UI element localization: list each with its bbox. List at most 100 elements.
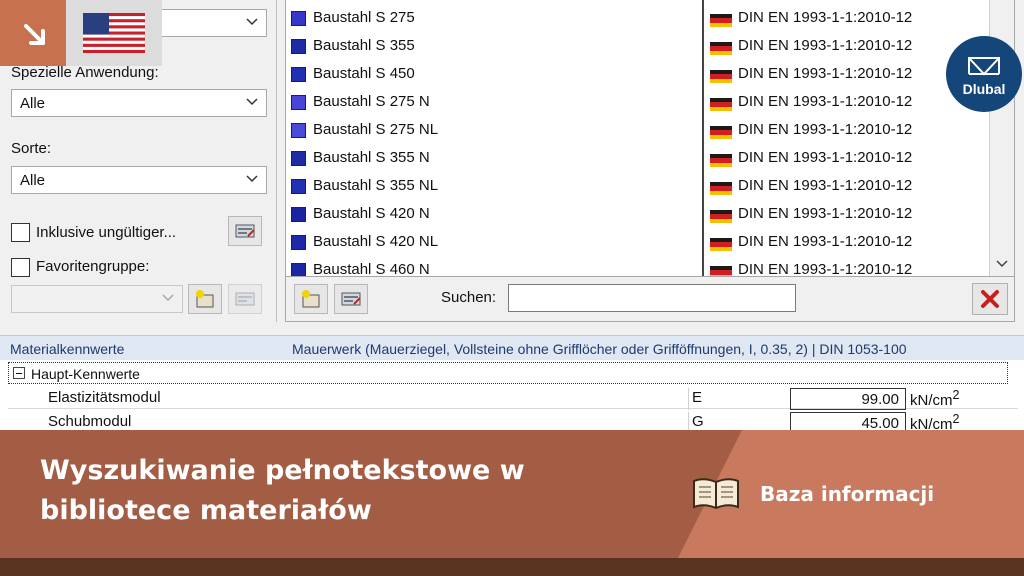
list-item[interactable]: Baustahl S 275 N DIN EN 1993-1-1:2010-12 <box>286 89 986 117</box>
grade-label: Sorte: <box>11 140 52 157</box>
favorites-dropdown[interactable] <box>11 285 183 313</box>
edit-favorite-button[interactable] <box>228 284 262 314</box>
material-norm: DIN EN 1993-1-1:2010-12 <box>738 261 913 277</box>
material-name: Baustahl S 355 <box>313 37 415 54</box>
grade-dropdown[interactable]: Alle <box>11 166 267 194</box>
property-unit: kN/cm2 <box>910 388 959 409</box>
edit-icon <box>235 224 255 238</box>
chevron-down-icon[interactable] <box>996 257 1008 269</box>
properties-header: Materialkennwerte Mauerwerk (Mauerziegel… <box>0 336 1024 360</box>
germany-flag-icon <box>710 126 732 139</box>
list-item[interactable]: Baustahl S 275 DIN EN 1993-1-1:2010-12 <box>286 5 986 33</box>
corner-tag <box>0 0 66 66</box>
include-invalid-checkbox[interactable] <box>11 223 30 242</box>
unit-exponent: 2 <box>952 388 960 402</box>
material-norm: DIN EN 1993-1-1:2010-12 <box>738 233 913 250</box>
new-folder-icon <box>196 290 214 308</box>
properties-material-desc: Mauerwerk (Mauerziegel, Vollsteine ohne … <box>292 341 907 357</box>
chevron-down-icon <box>246 175 258 183</box>
property-name: Elastizitätsmodul <box>48 389 161 406</box>
special-application-value: Alle <box>20 95 46 112</box>
germany-flag-icon <box>710 266 732 276</box>
unit-base: kN/cm <box>910 392 953 409</box>
material-color-swatch <box>291 207 306 222</box>
germany-flag-icon <box>710 42 732 55</box>
material-color-swatch <box>291 235 306 250</box>
material-name: Baustahl S 275 NL <box>313 121 439 138</box>
material-name: Baustahl S 355 NL <box>313 177 439 194</box>
material-name: Baustahl S 275 N <box>313 93 430 110</box>
search-input[interactable] <box>508 284 796 312</box>
collapse-icon[interactable] <box>13 367 25 379</box>
delete-x-icon <box>981 290 999 308</box>
material-color-swatch <box>291 263 306 276</box>
special-application-dropdown[interactable]: Alle <box>11 89 267 117</box>
favorites-checkbox[interactable] <box>11 258 30 277</box>
material-norm: DIN EN 1993-1-1:2010-12 <box>738 121 913 138</box>
list-item[interactable]: Baustahl S 420 NL DIN EN 1993-1-1:2010-12 <box>286 229 986 257</box>
list-item[interactable]: Baustahl S 420 N DIN EN 1993-1-1:2010-12 <box>286 201 986 229</box>
material-color-swatch <box>291 179 306 194</box>
list-item[interactable]: Baustahl S 275 NL DIN EN 1993-1-1:2010-12 <box>286 117 986 145</box>
list-item[interactable]: Baustahl S 460 N DIN EN 1993-1-1:2010-12 <box>286 257 986 277</box>
dlubal-logo[interactable]: Dlubal <box>946 36 1022 112</box>
list-item[interactable]: Baustahl S 355 DIN EN 1993-1-1:2010-12 <box>286 33 986 61</box>
us-flag-icon <box>83 13 145 53</box>
material-name: Baustahl S 420 NL <box>313 233 439 250</box>
special-application-label: Spezielle Anwendung: <box>11 64 159 81</box>
germany-flag-icon <box>710 154 732 167</box>
arrow-down-right-icon <box>24 24 45 45</box>
material-norm: DIN EN 1993-1-1:2010-12 <box>738 177 913 194</box>
property-value[interactable]: 99.00 <box>790 388 906 410</box>
list-item[interactable]: Baustahl S 355 N DIN EN 1993-1-1:2010-12 <box>286 145 986 173</box>
new-material-button[interactable] <box>294 284 328 314</box>
material-color-swatch <box>291 95 306 110</box>
book-icon <box>693 478 739 510</box>
edit-invalid-button[interactable] <box>228 216 262 246</box>
new-favorite-button[interactable] <box>188 284 222 314</box>
knowledge-base-label: Baza informacji <box>760 482 935 506</box>
chevron-down-icon <box>246 98 258 106</box>
footer-strip <box>0 558 1024 576</box>
column-divider[interactable] <box>702 0 704 276</box>
material-norm: DIN EN 1993-1-1:2010-12 <box>738 9 913 26</box>
edit-icon <box>341 292 361 306</box>
germany-flag-icon <box>710 70 732 83</box>
list-item[interactable]: Baustahl S 355 NL DIN EN 1993-1-1:2010-12 <box>286 173 986 201</box>
unit-exponent: 2 <box>952 412 960 426</box>
germany-flag-icon <box>710 210 732 223</box>
group-label: Haupt-Kennwerte <box>31 366 140 382</box>
include-invalid-label: Inklusive ungültiger... <box>36 224 177 241</box>
material-norm: DIN EN 1993-1-1:2010-12 <box>738 93 913 110</box>
material-properties-table: Materialkennwerte Mauerwerk (Mauerziegel… <box>0 335 1024 435</box>
properties-title: Materialkennwerte <box>10 341 125 357</box>
property-symbol: E <box>688 388 790 410</box>
material-name: Baustahl S 355 N <box>313 149 430 166</box>
language-flag[interactable] <box>66 0 162 66</box>
germany-flag-icon <box>710 14 732 27</box>
material-color-swatch <box>291 67 306 82</box>
list-item[interactable]: Baustahl S 450 DIN EN 1993-1-1:2010-12 <box>286 61 986 89</box>
logo-text: Dlubal <box>962 81 1006 97</box>
material-name: Baustahl S 420 N <box>313 205 430 222</box>
property-name: Schubmodul <box>48 413 132 430</box>
germany-flag-icon <box>710 182 732 195</box>
material-norm: DIN EN 1993-1-1:2010-12 <box>738 65 913 82</box>
list-toolbar: Suchen: <box>285 277 1015 322</box>
dlubal-logo-icon <box>968 57 1000 76</box>
favorites-label: Favoritengruppe: <box>36 258 150 275</box>
edit-icon <box>235 292 255 306</box>
edit-material-button[interactable] <box>334 284 368 314</box>
germany-flag-icon <box>710 238 732 251</box>
material-color-swatch <box>291 11 306 26</box>
material-name: Baustahl S 460 N <box>313 261 430 277</box>
properties-group-row[interactable]: Haupt-Kennwerte <box>8 362 1008 384</box>
material-norm: DIN EN 1993-1-1:2010-12 <box>738 149 913 166</box>
table-row[interactable]: Elastizitätsmodul E 99.00 kN/cm2 <box>8 385 1018 410</box>
material-list: Baustahl S 275 DIN EN 1993-1-1:2010-12 Bau… <box>285 0 1015 277</box>
material-color-swatch <box>291 123 306 138</box>
material-norm: DIN EN 1993-1-1:2010-12 <box>738 37 913 54</box>
clear-search-button[interactable] <box>972 283 1008 315</box>
material-color-swatch <box>291 39 306 54</box>
chevron-down-icon <box>162 294 174 302</box>
